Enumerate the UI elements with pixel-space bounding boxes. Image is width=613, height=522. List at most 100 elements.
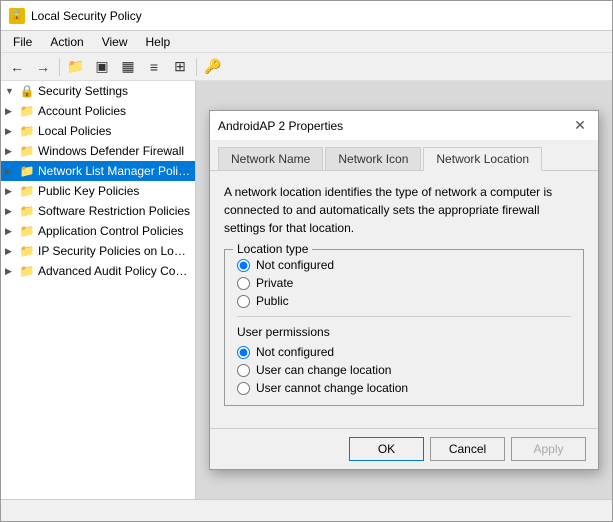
folder-icon-ip-security: 📁 xyxy=(19,243,35,259)
location-type-group: Location type Not configured Private xyxy=(224,249,584,406)
right-panel: AndroidAP 2 Properties ✕ Network Name Ne… xyxy=(196,81,612,499)
dialog-description: A network location identifies the type o… xyxy=(224,183,584,237)
expander-account-policies: ▶ xyxy=(5,106,19,117)
forward-button[interactable]: → xyxy=(31,56,55,78)
tab-network-icon[interactable]: Network Icon xyxy=(325,147,421,170)
sidebar-item-network-list[interactable]: ▶ 📁 Network List Manager Polic... xyxy=(1,161,195,181)
location-private-label: Private xyxy=(256,276,293,290)
expander-defender: ▶ xyxy=(5,146,19,157)
folder-icon-account: 📁 xyxy=(19,103,35,119)
view-btn-2[interactable]: ▦ xyxy=(116,56,140,78)
group-divider xyxy=(237,316,571,317)
sidebar-item-application-control[interactable]: ▶ 📁 Application Control Policies xyxy=(1,221,195,241)
label-network-list: Network List Manager Polic... xyxy=(38,164,191,178)
sidebar-item-advanced-audit[interactable]: ▶ 📁 Advanced Audit Policy Cont... xyxy=(1,261,195,281)
dialog-content: A network location identifies the type o… xyxy=(210,171,598,428)
menu-view[interactable]: View xyxy=(94,33,136,51)
properties-dialog: AndroidAP 2 Properties ✕ Network Name Ne… xyxy=(209,110,599,470)
label-ip-security: IP Security Policies on Local... xyxy=(38,244,191,258)
perm-cannot-change-label: User cannot change location xyxy=(256,381,408,395)
title-bar: 🔒 Local Security Policy xyxy=(1,1,612,31)
sidebar-tree: ▼ 🔒 Security Settings ▶ 📁 Account Polici… xyxy=(1,81,196,499)
toolbar-separator-2 xyxy=(196,58,197,76)
location-public-option[interactable]: Public xyxy=(237,294,571,308)
sidebar-item-account-policies[interactable]: ▶ 📁 Account Policies xyxy=(1,101,195,121)
perm-can-change-radio[interactable] xyxy=(237,364,250,377)
folder-icon-defender: 📁 xyxy=(19,143,35,159)
expander-network-list: ▶ xyxy=(5,166,19,177)
user-permissions-label: User permissions xyxy=(237,325,571,339)
dialog-buttons: OK Cancel Apply xyxy=(210,428,598,469)
sidebar-item-windows-defender[interactable]: ▶ 📁 Windows Defender Firewall xyxy=(1,141,195,161)
key-button[interactable]: 🔑 xyxy=(201,56,225,78)
location-not-configured-radio[interactable] xyxy=(237,259,250,272)
tab-network-location[interactable]: Network Location xyxy=(423,147,542,171)
expander-public-key: ▶ xyxy=(5,186,19,197)
folder-icon-software: 📁 xyxy=(19,203,35,219)
folder-icon-public-key: 📁 xyxy=(19,183,35,199)
dialog-overlay: AndroidAP 2 Properties ✕ Network Name Ne… xyxy=(196,81,612,499)
toolbar-separator-1 xyxy=(59,58,60,76)
expander-local-policies: ▶ xyxy=(5,126,19,137)
expander-ip-security: ▶ xyxy=(5,246,19,257)
location-private-option[interactable]: Private xyxy=(237,276,571,290)
dialog-title-bar: AndroidAP 2 Properties ✕ xyxy=(210,111,598,141)
dialog-tab-bar: Network Name Network Icon Network Locati… xyxy=(210,141,598,171)
expander-security-settings: ▼ xyxy=(5,86,19,96)
folder-icon-app-control: 📁 xyxy=(19,223,35,239)
status-bar xyxy=(1,499,612,521)
folder-icon-advanced-audit: 📁 xyxy=(19,263,35,279)
label-application-control: Application Control Policies xyxy=(38,224,183,238)
label-windows-defender: Windows Defender Firewall xyxy=(38,144,184,158)
ok-button[interactable]: OK xyxy=(349,437,424,461)
expander-software: ▶ xyxy=(5,206,19,217)
dialog-close-button[interactable]: ✕ xyxy=(570,116,590,136)
perm-not-configured-label: Not configured xyxy=(256,345,334,359)
app-icon: 🔒 xyxy=(9,8,25,24)
label-security-settings: Security Settings xyxy=(38,84,128,98)
label-local-policies: Local Policies xyxy=(38,124,111,138)
location-private-radio[interactable] xyxy=(237,277,250,290)
sidebar-item-public-key[interactable]: ▶ 📁 Public Key Policies xyxy=(1,181,195,201)
folder-icon-security-settings: 🔒 xyxy=(19,83,35,99)
sidebar-item-software-restriction[interactable]: ▶ 📁 Software Restriction Policies xyxy=(1,201,195,221)
label-public-key: Public Key Policies xyxy=(38,184,139,198)
menu-help[interactable]: Help xyxy=(138,33,179,51)
menu-action[interactable]: Action xyxy=(42,33,91,51)
view-btn-3[interactable]: ≡ xyxy=(142,56,166,78)
location-public-label: Public xyxy=(256,294,289,308)
menu-bar: File Action View Help xyxy=(1,31,612,53)
label-software-restriction: Software Restriction Policies xyxy=(38,204,190,218)
sidebar-item-ip-security[interactable]: ▶ 📁 IP Security Policies on Local... xyxy=(1,241,195,261)
location-not-configured-label: Not configured xyxy=(256,258,334,272)
folder-icon-network: 📁 xyxy=(19,163,35,179)
view-btn-4[interactable]: ⊞ xyxy=(168,56,192,78)
location-not-configured-option[interactable]: Not configured xyxy=(237,258,571,272)
expander-advanced-audit: ▶ xyxy=(5,266,19,277)
perm-cannot-change-radio[interactable] xyxy=(237,382,250,395)
location-type-label: Location type xyxy=(233,242,312,256)
view-btn-1[interactable]: ▣ xyxy=(90,56,114,78)
sidebar-item-security-settings[interactable]: ▼ 🔒 Security Settings xyxy=(1,81,195,101)
perm-can-change-label: User can change location xyxy=(256,363,391,377)
toolbar: ← → 📁 ▣ ▦ ≡ ⊞ 🔑 xyxy=(1,53,612,81)
perm-can-change-option[interactable]: User can change location xyxy=(237,363,571,377)
main-window: 🔒 Local Security Policy File Action View… xyxy=(0,0,613,522)
title-bar-text: Local Security Policy xyxy=(31,9,142,23)
cancel-button[interactable]: Cancel xyxy=(430,437,505,461)
dialog-title: AndroidAP 2 Properties xyxy=(218,119,343,133)
tab-network-name[interactable]: Network Name xyxy=(218,147,323,170)
apply-button[interactable]: Apply xyxy=(511,437,586,461)
expander-app-control: ▶ xyxy=(5,226,19,237)
label-account-policies: Account Policies xyxy=(38,104,126,118)
perm-not-configured-radio[interactable] xyxy=(237,346,250,359)
content-area: ▼ 🔒 Security Settings ▶ 📁 Account Polici… xyxy=(1,81,612,499)
perm-not-configured-option[interactable]: Not configured xyxy=(237,345,571,359)
back-button[interactable]: ← xyxy=(5,56,29,78)
location-public-radio[interactable] xyxy=(237,295,250,308)
folder-icon-local: 📁 xyxy=(19,123,35,139)
perm-cannot-change-option[interactable]: User cannot change location xyxy=(237,381,571,395)
menu-file[interactable]: File xyxy=(5,33,40,51)
folder-button[interactable]: 📁 xyxy=(64,56,88,78)
sidebar-item-local-policies[interactable]: ▶ 📁 Local Policies xyxy=(1,121,195,141)
